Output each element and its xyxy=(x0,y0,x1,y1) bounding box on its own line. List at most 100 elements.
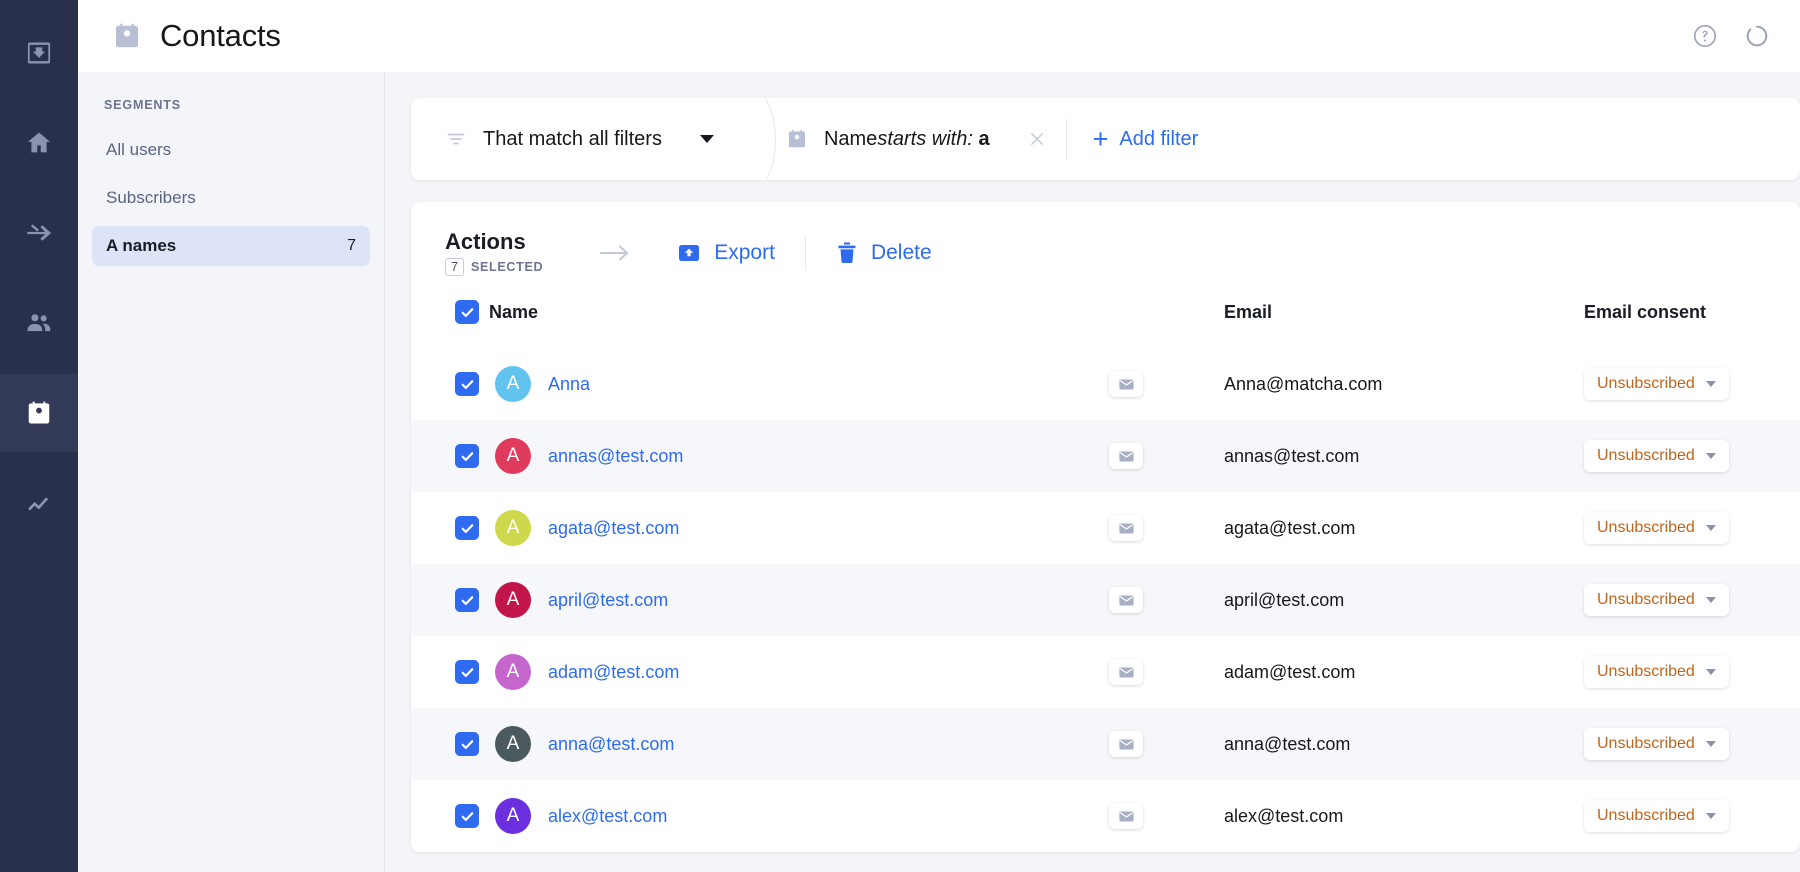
inbox-download-icon xyxy=(25,39,53,67)
export-button[interactable]: Export xyxy=(677,241,775,265)
table-row[interactable]: A agata@test.com agata@test.com xyxy=(411,492,1800,564)
contacts-icon xyxy=(25,399,53,427)
column-header-email-consent[interactable]: Email consent xyxy=(1584,300,1800,348)
row-name-cell: A alex@test.com xyxy=(489,780,1109,852)
row-mail-icon-cell xyxy=(1109,492,1224,564)
sidebar-item-a-names[interactable]: A names 7 xyxy=(92,226,370,266)
filter-chip-value: a xyxy=(978,128,989,150)
export-upload-icon xyxy=(677,241,701,265)
chevron-down-icon xyxy=(1706,813,1716,819)
row-mail-icon-cell xyxy=(1109,564,1224,636)
rail-item-home[interactable] xyxy=(0,104,78,182)
contact-name-link[interactable]: adam@test.com xyxy=(548,662,679,683)
header-actions xyxy=(1692,23,1770,49)
contact-name-link[interactable]: Anna xyxy=(548,374,590,395)
row-select-cell xyxy=(411,636,489,708)
row-name-cell: A agata@test.com xyxy=(489,492,1109,564)
page-title: Contacts xyxy=(160,18,281,54)
row-consent-cell: Unsubscribed xyxy=(1584,564,1800,636)
consent-value: Unsubscribed xyxy=(1597,447,1695,465)
column-header-name[interactable]: Name xyxy=(489,300,1109,348)
add-filter-button[interactable]: + Add filter xyxy=(1093,126,1199,153)
contact-name-link[interactable]: anna@test.com xyxy=(548,734,674,755)
email-consent-dropdown[interactable]: Unsubscribed xyxy=(1584,728,1729,760)
table-head: Name Email Email consent xyxy=(411,300,1800,348)
envelope-icon[interactable] xyxy=(1109,371,1143,397)
avatar: A xyxy=(495,798,531,834)
rail-item-inbox[interactable] xyxy=(0,14,78,92)
sidebar-item-all-users[interactable]: All users xyxy=(92,130,370,170)
avatar: A xyxy=(495,582,531,618)
contact-email: agata@test.com xyxy=(1224,518,1355,538)
table-row[interactable]: A anna@test.com anna@test.com xyxy=(411,708,1800,780)
email-consent-dropdown[interactable]: Unsubscribed xyxy=(1584,800,1729,832)
email-consent-dropdown[interactable]: Unsubscribed xyxy=(1584,512,1729,544)
envelope-icon[interactable] xyxy=(1109,515,1143,541)
table-row[interactable]: A april@test.com april@test.com xyxy=(411,564,1800,636)
row-select-cell xyxy=(411,708,489,780)
row-mail-icon-cell xyxy=(1109,708,1224,780)
column-header-email[interactable]: Email xyxy=(1224,300,1584,348)
email-consent-dropdown[interactable]: Unsubscribed xyxy=(1584,440,1729,472)
envelope-icon[interactable] xyxy=(1109,659,1143,685)
contact-email: april@test.com xyxy=(1224,590,1344,610)
envelope-icon[interactable] xyxy=(1109,731,1143,757)
envelope-icon[interactable] xyxy=(1109,803,1143,829)
match-mode-label: That match all filters xyxy=(483,128,662,151)
close-x-icon[interactable] xyxy=(1020,122,1054,156)
trash-icon xyxy=(836,241,858,265)
delete-button[interactable]: Delete xyxy=(836,241,932,265)
row-checkbox[interactable] xyxy=(455,660,479,684)
rail-item-contacts[interactable] xyxy=(0,374,78,452)
rail-item-journeys[interactable] xyxy=(0,194,78,272)
email-consent-dropdown[interactable]: Unsubscribed xyxy=(1584,656,1729,688)
row-checkbox[interactable] xyxy=(455,732,479,756)
row-consent-cell: Unsubscribed xyxy=(1584,780,1800,852)
sidebar-item-count: 7 xyxy=(347,237,356,255)
contact-name-link[interactable]: alex@test.com xyxy=(548,806,667,827)
contact-name-link[interactable]: annas@test.com xyxy=(548,446,683,467)
table-row[interactable]: A Anna Anna@matcha.com xyxy=(411,348,1800,420)
contacts-badge-icon xyxy=(112,21,142,51)
email-consent-dropdown[interactable]: Unsubscribed xyxy=(1584,368,1729,400)
help-circle-icon[interactable] xyxy=(1692,23,1718,49)
filter-chip-text: Namestarts with: a xyxy=(824,128,990,151)
row-name-cell: A annas@test.com xyxy=(489,420,1109,492)
avatar: A xyxy=(495,510,531,546)
envelope-icon[interactable] xyxy=(1109,587,1143,613)
contact-name-link[interactable]: agata@test.com xyxy=(548,518,679,539)
row-checkbox[interactable] xyxy=(455,516,479,540)
row-checkbox[interactable] xyxy=(455,444,479,468)
row-checkbox[interactable] xyxy=(455,372,479,396)
chevron-down-icon xyxy=(1706,525,1716,531)
chevron-down-icon xyxy=(1706,381,1716,387)
row-select-cell xyxy=(411,348,489,420)
row-checkbox[interactable] xyxy=(455,804,479,828)
table-row[interactable]: A annas@test.com annas@test.com xyxy=(411,420,1800,492)
plus-icon: + xyxy=(1093,126,1109,153)
table-row[interactable]: A adam@test.com adam@test.com xyxy=(411,636,1800,708)
sidebar-item-subscribers[interactable]: Subscribers xyxy=(92,178,370,218)
segments-heading: SEGMENTS xyxy=(92,98,370,112)
row-email-cell: agata@test.com xyxy=(1224,492,1584,564)
email-consent-dropdown[interactable]: Unsubscribed xyxy=(1584,584,1729,616)
match-mode-dropdown[interactable]: That match all filters xyxy=(411,98,748,180)
primary-nav-rail xyxy=(0,0,78,872)
table-row[interactable]: A alex@test.com alex@test.com xyxy=(411,780,1800,852)
rail-item-audience[interactable] xyxy=(0,284,78,362)
loading-spinner-icon[interactable] xyxy=(1744,23,1770,49)
filter-chip-name[interactable]: Namestarts with: a xyxy=(782,98,1054,180)
row-email-cell: Anna@matcha.com xyxy=(1224,348,1584,420)
contact-email: Anna@matcha.com xyxy=(1224,374,1382,394)
filter-divider xyxy=(1066,119,1067,159)
rail-item-analytics[interactable] xyxy=(0,464,78,542)
row-email-cell: adam@test.com xyxy=(1224,636,1584,708)
envelope-icon[interactable] xyxy=(1109,443,1143,469)
contact-name-link[interactable]: april@test.com xyxy=(548,590,668,611)
row-consent-cell: Unsubscribed xyxy=(1584,708,1800,780)
contact-email: anna@test.com xyxy=(1224,734,1350,754)
audience-people-icon xyxy=(25,309,53,337)
row-checkbox[interactable] xyxy=(455,588,479,612)
row-mail-icon-cell xyxy=(1109,780,1224,852)
select-all-checkbox[interactable] xyxy=(455,300,479,324)
